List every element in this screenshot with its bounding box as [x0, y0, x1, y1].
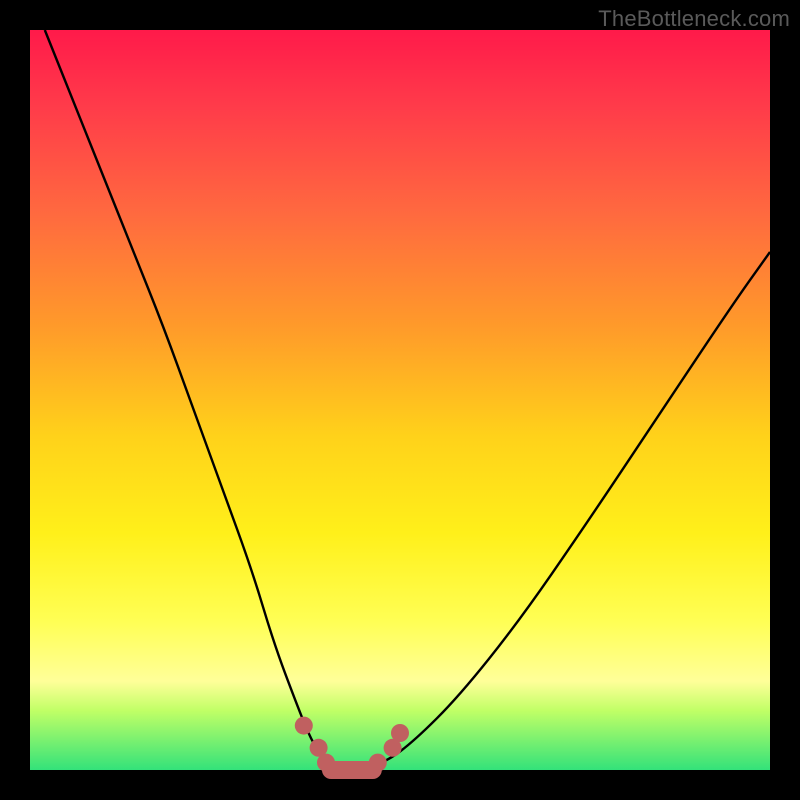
trough-marker: [369, 754, 387, 772]
chart-frame: TheBottleneck.com: [0, 0, 800, 800]
trough-marker: [295, 717, 313, 735]
bottleneck-curve: [45, 30, 770, 770]
plot-area: [30, 30, 770, 770]
trough-marker: [391, 724, 409, 742]
trough-markers: [295, 717, 409, 779]
watermark-text: TheBottleneck.com: [598, 6, 790, 32]
bottleneck-curve-svg: [30, 30, 770, 770]
